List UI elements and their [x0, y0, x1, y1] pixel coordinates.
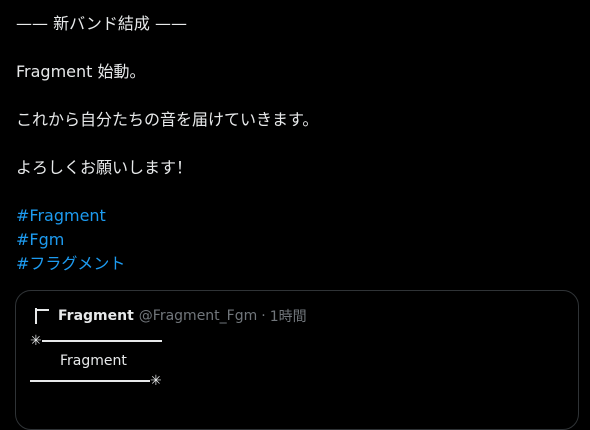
- header-separator: ·: [261, 308, 266, 324]
- quoted-handle[interactable]: @Fragment_Fgm: [139, 308, 257, 324]
- post-text: —— 新バンド結成 —— Fragment 始動。 これから自分たちの音を届けて…: [16, 12, 576, 276]
- post-line-message: これから自分たちの音を届けていきます。: [16, 110, 319, 129]
- decorative-line: [30, 380, 150, 382]
- decorative-rule-top: ✳: [30, 334, 162, 348]
- quoted-timestamp[interactable]: 1時間: [270, 306, 307, 326]
- asterisk-icon: ✳: [30, 333, 42, 349]
- post-line-blank: [16, 132, 576, 156]
- decorative-rule-bottom: ✳: [30, 374, 162, 388]
- post-line-announcement: Fragment 始動。: [16, 62, 146, 81]
- quoted-post-header: Fragment @Fragment_Fgm · 1時間: [33, 306, 307, 326]
- hashtag-fgm[interactable]: #Fgm: [16, 230, 64, 249]
- quoted-post-text: Fragment: [60, 353, 127, 369]
- hashtag-fragment-katakana[interactable]: #フラグメント: [16, 254, 125, 273]
- quoted-display-name[interactable]: Fragment: [58, 308, 134, 324]
- flag-icon[interactable]: [33, 307, 51, 325]
- post-line-greeting: よろしくお願いします！: [16, 158, 193, 177]
- post-line-blank: [16, 36, 576, 60]
- decorative-line: [41, 340, 162, 342]
- post-line-heading: —— 新バンド結成 ——: [16, 14, 187, 33]
- hashtag-fragment[interactable]: #Fragment: [16, 206, 106, 225]
- quoted-post-card[interactable]: Fragment @Fragment_Fgm · 1時間 ✳ Fragment …: [15, 290, 579, 430]
- asterisk-icon: ✳: [150, 373, 162, 389]
- post-line-blank: [16, 180, 576, 204]
- post-line-blank: [16, 84, 576, 108]
